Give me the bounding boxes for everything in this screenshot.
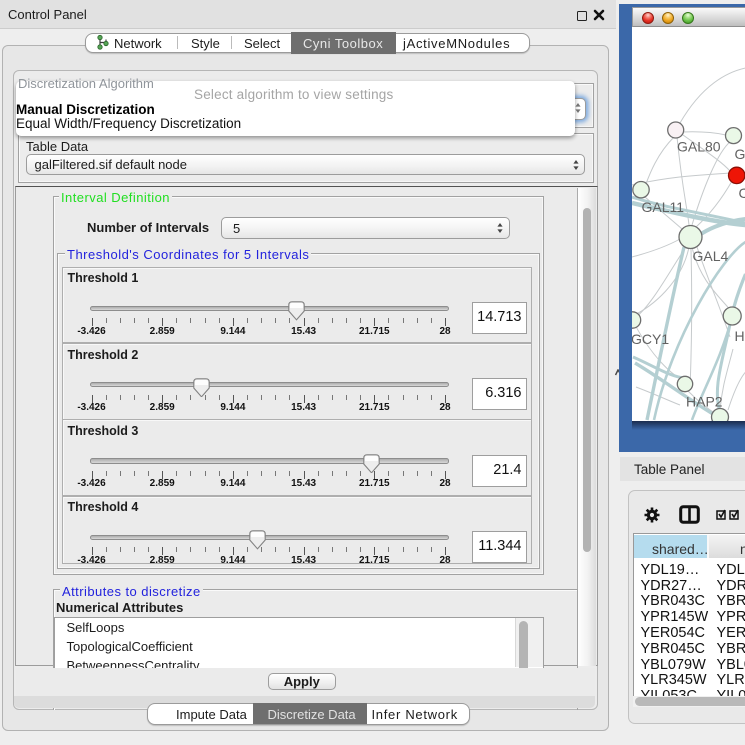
svg-text:GAL80: GAL80	[677, 139, 721, 155]
svg-text:GCY1: GCY1	[632, 331, 669, 347]
svg-text:C.: C.	[738, 185, 745, 201]
svg-text:GAL4: GAL4	[692, 248, 728, 264]
svg-text:HAP2: HAP2	[686, 394, 723, 410]
svg-text:G..: G..	[734, 146, 745, 162]
svg-text:GAL11: GAL11	[641, 199, 684, 215]
svg-text:H.: H.	[734, 328, 745, 344]
